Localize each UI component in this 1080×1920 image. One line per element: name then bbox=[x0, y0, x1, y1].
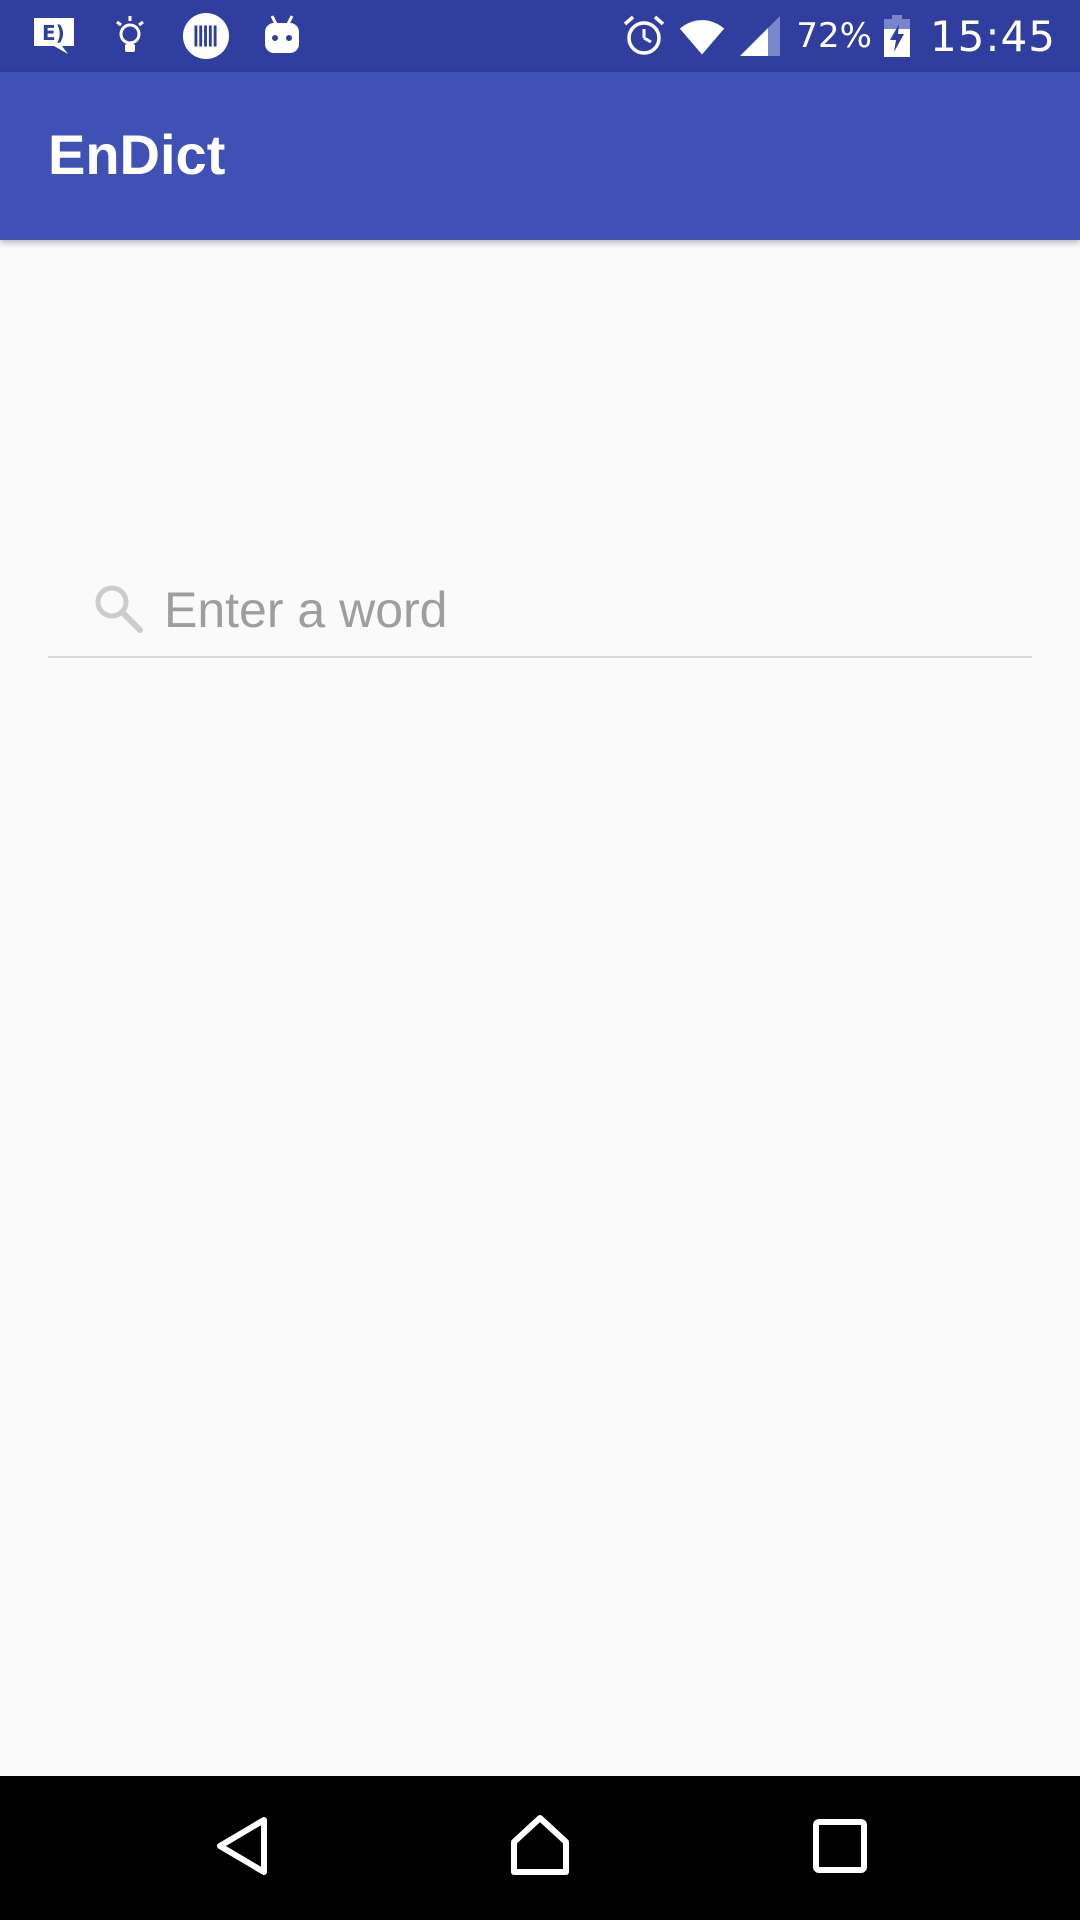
barcode-icon bbox=[182, 12, 230, 60]
lightbulb-icon bbox=[106, 12, 154, 60]
recents-button[interactable] bbox=[798, 1806, 882, 1890]
status-system-icons: 72% 15:45 bbox=[620, 11, 1056, 61]
recents-icon bbox=[812, 1818, 868, 1878]
battery-charging-icon bbox=[882, 12, 912, 60]
android-icon bbox=[258, 12, 306, 60]
svg-text:E): E) bbox=[42, 21, 65, 45]
notification-chat-icon: E) bbox=[30, 12, 78, 60]
search-field[interactable] bbox=[48, 570, 1032, 658]
battery-percent: 72% bbox=[796, 16, 872, 56]
clock: 15:45 bbox=[929, 11, 1056, 61]
home-icon bbox=[508, 1814, 572, 1882]
cellular-signal-icon bbox=[736, 12, 784, 60]
back-icon bbox=[212, 1816, 272, 1880]
search-icon bbox=[90, 580, 150, 640]
alarm-icon bbox=[620, 12, 668, 60]
app-title: EnDict bbox=[48, 123, 226, 186]
back-button[interactable] bbox=[200, 1806, 284, 1890]
app-bar: EnDict bbox=[0, 72, 1080, 240]
status-notification-icons: E) bbox=[30, 12, 306, 60]
status-bar: E) 72% 15:45 bbox=[0, 0, 1080, 72]
home-button[interactable] bbox=[498, 1806, 582, 1890]
search-input[interactable] bbox=[164, 570, 1024, 650]
navigation-bar bbox=[0, 1776, 1080, 1920]
wifi-icon bbox=[678, 12, 726, 60]
